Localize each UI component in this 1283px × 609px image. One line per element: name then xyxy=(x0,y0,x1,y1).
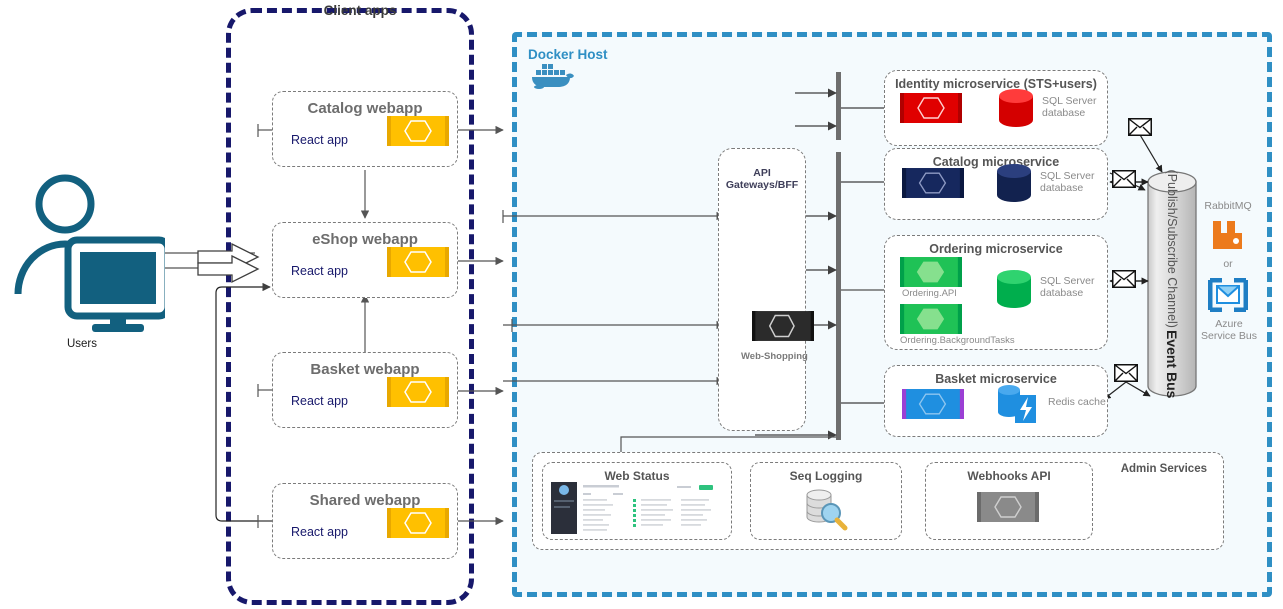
client-app-catalog-webapp[interactable]: Catalog webapp React app xyxy=(272,91,458,167)
event-bus-subtitle: (Publish/Subscribe Channel) xyxy=(1165,169,1179,328)
database-icon-ordering xyxy=(994,269,1034,309)
architecture-diagram: Client apps Docker Host Users Catalog we… xyxy=(0,0,1283,609)
users-label: Users xyxy=(66,338,98,350)
envelope-icon xyxy=(1113,363,1139,383)
container-icon-basket xyxy=(902,389,964,419)
redis-cache-icon xyxy=(996,383,1038,423)
datastore-label-identity: SQL Server database xyxy=(1042,95,1097,119)
container-icon-webhooks xyxy=(977,492,1039,522)
client-app-tech: React app xyxy=(291,264,348,278)
web-shopping-label: Web-Shopping xyxy=(741,351,808,362)
container-icon-ordering-api xyxy=(900,257,962,287)
database-icon-catalog xyxy=(994,163,1034,203)
datastore-label-catalog: SQL Server database xyxy=(1040,170,1095,194)
container-icon xyxy=(387,377,449,407)
database-search-icon xyxy=(802,487,850,531)
envelope-icon xyxy=(1111,269,1137,289)
envelope-icon xyxy=(1111,169,1137,189)
admin-services-label: Admin Services xyxy=(1120,463,1207,475)
datastore-label-ordering: SQL Server database xyxy=(1040,275,1095,299)
api-gateway-label: API Gateways/BFF xyxy=(725,167,799,191)
admin-card-title: Web Status xyxy=(604,469,670,483)
microservice-title: Ordering microservice xyxy=(929,242,1063,256)
rabbitmq-icon xyxy=(1210,218,1244,252)
docker-whale-icon xyxy=(530,62,576,90)
admin-card-title: Webhooks API xyxy=(967,469,1051,483)
container-icon-web-shopping xyxy=(752,311,814,341)
envelope-icon xyxy=(1127,117,1153,137)
users-icon xyxy=(10,172,172,332)
container-icon xyxy=(387,116,449,146)
client-app-title: Catalog webapp xyxy=(307,100,423,117)
client-app-tech: React app xyxy=(291,133,348,147)
client-app-tech: React app xyxy=(291,525,348,539)
or-label: or xyxy=(1223,258,1233,270)
container-icon-identity xyxy=(900,93,962,123)
client-app-title: eShop webapp xyxy=(312,231,418,248)
event-bus-label: (Publish/Subscribe Channel) Event Bus xyxy=(1148,160,1196,408)
api-gateway-box[interactable]: API Gateways/BFF xyxy=(718,148,806,431)
client-app-tech: React app xyxy=(291,394,348,408)
admin-card-title: Seq Logging xyxy=(789,469,863,483)
container-icon xyxy=(387,247,449,277)
container-icon-catalog xyxy=(902,168,964,198)
azure-service-bus-icon xyxy=(1207,277,1249,313)
ordering-backgroundtasks-label: Ordering.BackgroundTasks xyxy=(900,335,1015,346)
client-app-title: Basket webapp xyxy=(310,361,420,378)
client-app-title: Shared webapp xyxy=(309,492,421,509)
container-icon-ordering-backgroundtasks xyxy=(900,304,962,334)
rabbitmq-label: RabbitMQ xyxy=(1204,200,1252,212)
event-bus-title: Event Bus xyxy=(1164,329,1180,399)
datastore-label-basket: Redis cache xyxy=(1048,396,1106,408)
client-app-eshop-webapp[interactable]: eShop webapp React app xyxy=(272,222,458,298)
ordering-api-label: Ordering.API xyxy=(902,288,957,299)
docker-host-label: Docker Host xyxy=(528,47,608,62)
container-icon xyxy=(387,508,449,538)
client-app-shared-webapp[interactable]: Shared webapp React app xyxy=(272,483,458,559)
database-icon-identity xyxy=(996,88,1036,128)
client-app-basket-webapp[interactable]: Basket webapp React app xyxy=(272,352,458,428)
azure-service-bus-label: Azure Service Bus xyxy=(1200,318,1258,342)
client-apps-label: Client apps xyxy=(323,3,397,18)
dashboard-thumbnail xyxy=(551,482,721,534)
